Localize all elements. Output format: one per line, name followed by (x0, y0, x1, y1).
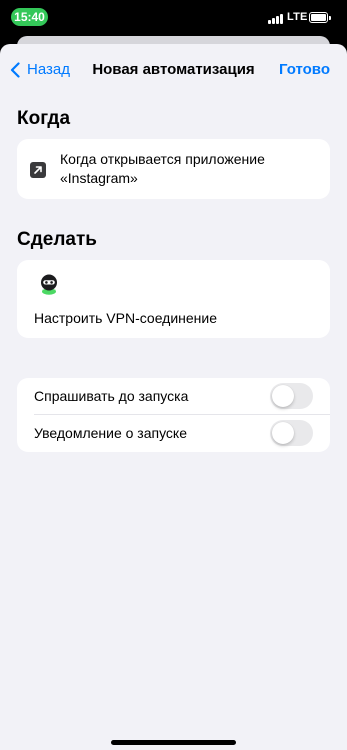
vpn-app-icon (41, 274, 57, 295)
navigation-bar: Назад Новая автоматизация Готово (0, 44, 347, 94)
home-indicator[interactable] (111, 740, 236, 745)
notify-when-run-row: Уведомление о запуске (17, 415, 330, 452)
ask-before-running-label: Спрашивать до запуска (34, 388, 189, 404)
ask-before-running-toggle[interactable] (270, 383, 313, 409)
notify-when-run-toggle[interactable] (270, 420, 313, 446)
status-time[interactable]: 15:40 (11, 8, 48, 26)
back-label: Назад (27, 61, 70, 78)
cellular-signal-icon (268, 13, 284, 24)
back-button[interactable]: Назад (10, 61, 70, 78)
trigger-text: Когда открывается приложение «Instagram» (60, 151, 265, 186)
done-button[interactable]: Готово (279, 61, 330, 78)
status-bar: 15:40 LTE (0, 0, 347, 36)
action-card[interactable]: Настроить VPN-соединение (17, 260, 330, 338)
do-section-title: Сделать (17, 229, 97, 250)
notify-when-run-label: Уведомление о запуске (34, 425, 188, 441)
ask-before-running-row: Спрашивать до запуска (17, 378, 330, 415)
trigger-card[interactable]: Когда открывается приложение «Instagram» (17, 139, 330, 199)
options-card: Спрашивать до запуска Уведомление о запу… (17, 378, 330, 452)
network-type: LTE (287, 11, 308, 23)
chevron-left-icon (10, 61, 20, 78)
battery-icon (309, 12, 331, 23)
when-section-title: Когда (17, 108, 71, 129)
app-open-arrow-icon (30, 162, 46, 178)
automation-sheet: Назад Новая автоматизация Готово Когда К… (0, 44, 347, 750)
action-label: Настроить VPN-соединение (34, 310, 218, 326)
